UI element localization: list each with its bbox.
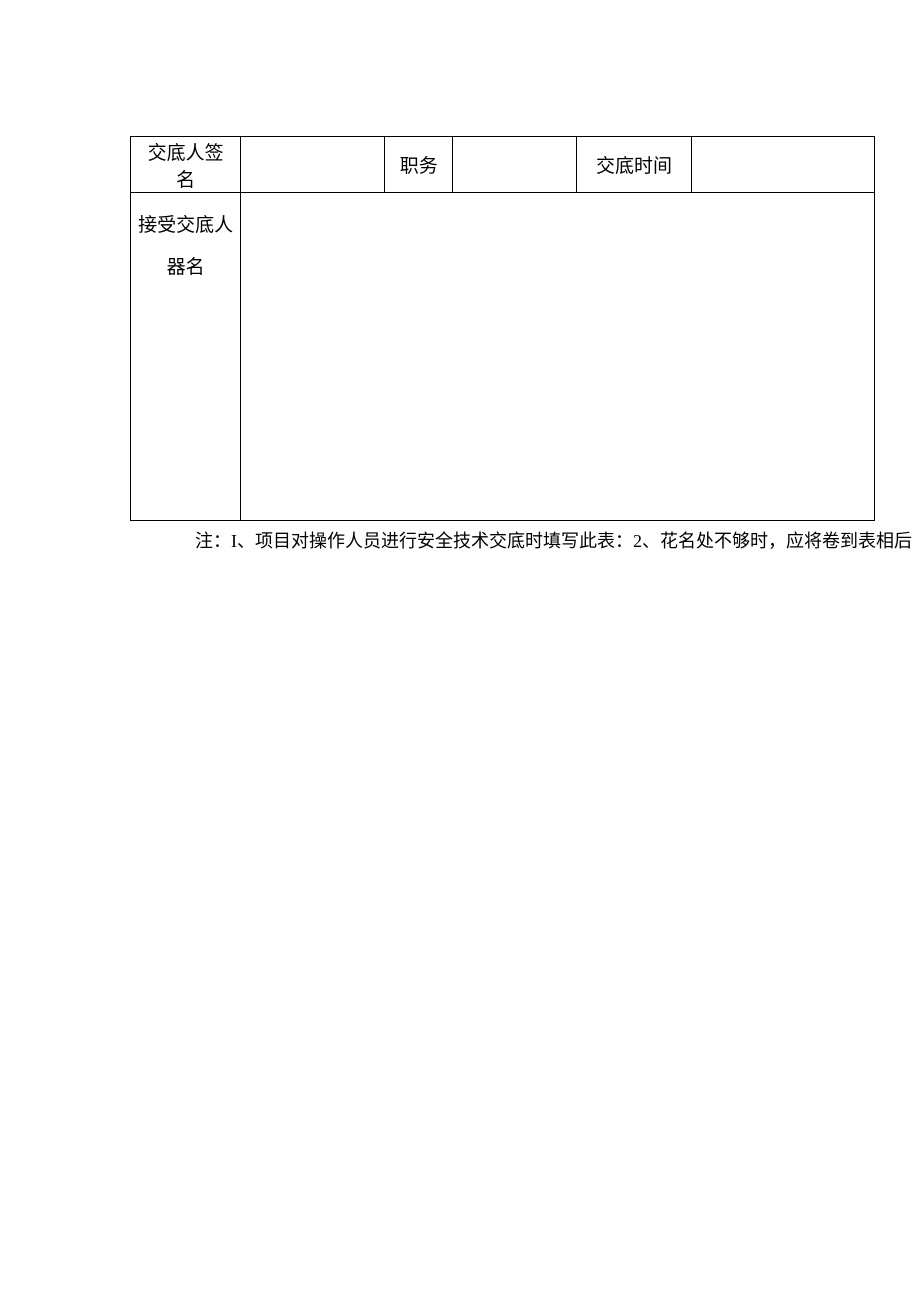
table-row: 交底人签名 职务 交底时间 xyxy=(131,137,875,193)
recipient-content-cell xyxy=(241,193,875,521)
table-row: 接受交底人器名 xyxy=(131,193,875,521)
signer-value-cell xyxy=(241,137,385,193)
form-table-container: 交底人签名 职务 交底时间 接受交底人器名 xyxy=(130,136,875,521)
signer-label-cell: 交底人签名 xyxy=(131,137,241,193)
recipient-vertical-label: 接受交底人器名 xyxy=(131,193,241,521)
footnote-text: 注：I、项目对操作人员进行安全技术交底时填写此表：2、花名处不够时，应将卷到表相… xyxy=(195,527,912,553)
position-value-cell xyxy=(453,137,576,193)
time-value-cell xyxy=(692,137,875,193)
form-table: 交底人签名 职务 交底时间 接受交底人器名 xyxy=(130,136,875,521)
time-label-cell: 交底时间 xyxy=(576,137,692,193)
position-label-cell: 职务 xyxy=(385,137,453,193)
